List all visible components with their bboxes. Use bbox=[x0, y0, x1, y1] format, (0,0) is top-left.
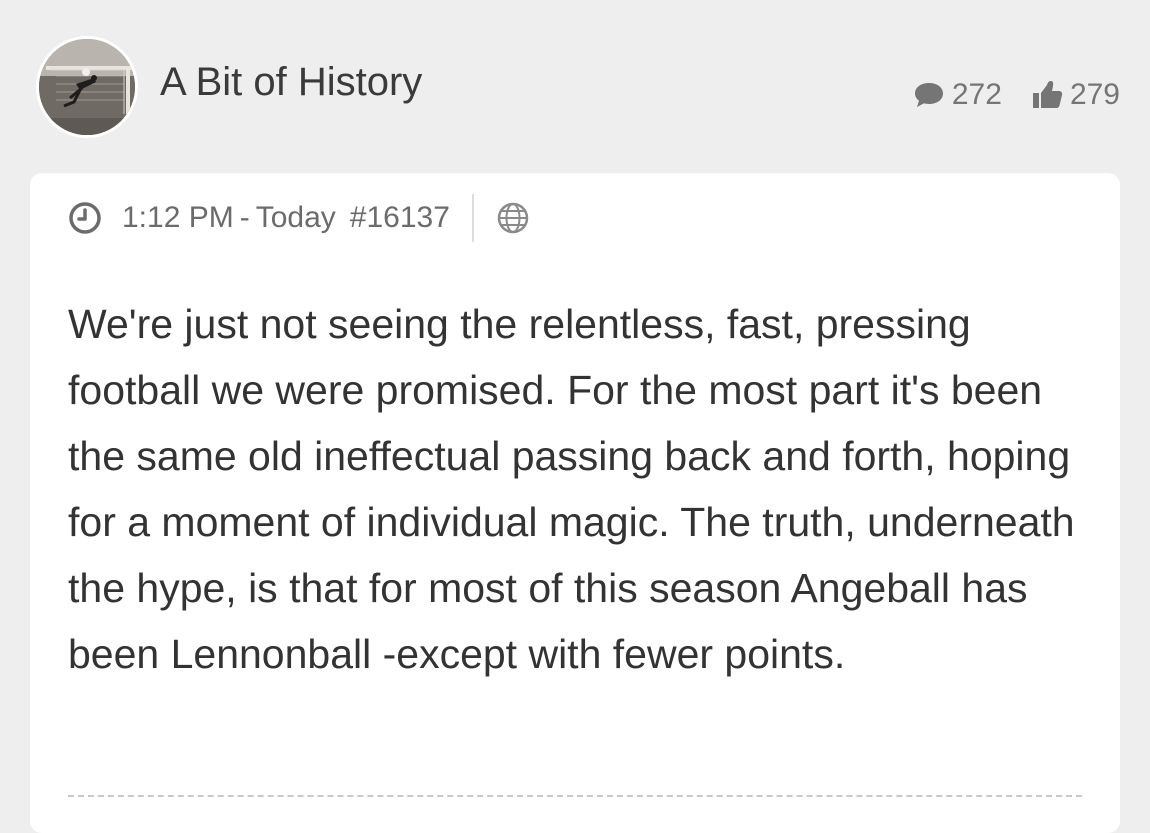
speech-bubble-icon bbox=[912, 80, 946, 110]
meta-divider bbox=[471, 194, 474, 242]
likes-count: 279 bbox=[1069, 78, 1120, 111]
globe-icon[interactable] bbox=[496, 201, 530, 235]
likes-stat[interactable]: 279 bbox=[1030, 78, 1120, 112]
post-time: 1:12 PM bbox=[122, 201, 234, 234]
comments-count: 272 bbox=[951, 78, 1002, 111]
post-number[interactable]: #16137 bbox=[350, 201, 450, 235]
thumbs-up-icon bbox=[1030, 78, 1064, 112]
post-header: A Bit of History 272 279 bbox=[0, 0, 1150, 170]
avatar[interactable] bbox=[36, 36, 138, 138]
post-stats: 272 279 bbox=[912, 78, 1120, 112]
divider-dashed bbox=[68, 795, 1082, 797]
post-card: 1:12 PM - Today #16137 We're just not se… bbox=[30, 173, 1120, 833]
post-day: Today bbox=[255, 201, 336, 234]
meta-separator: - bbox=[239, 201, 250, 234]
clock-icon bbox=[68, 201, 102, 235]
post-body: We're just not seeing the relentless, fa… bbox=[68, 301, 1075, 677]
comments-stat[interactable]: 272 bbox=[912, 78, 1002, 112]
post-meta: 1:12 PM - Today #16137 bbox=[68, 194, 530, 242]
avatar-image bbox=[36, 36, 138, 138]
username[interactable]: A Bit of History bbox=[160, 60, 422, 105]
